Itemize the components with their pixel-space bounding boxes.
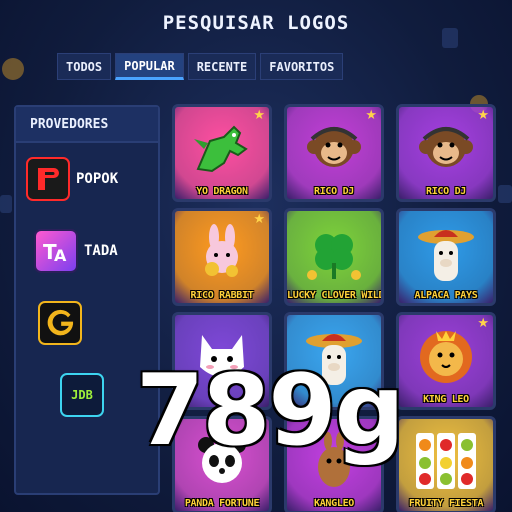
provider-name: TADA — [84, 243, 118, 259]
favorite-star-icon[interactable]: ★ — [477, 109, 489, 122]
tab-recente[interactable]: RECENTE — [187, 53, 257, 80]
jdb-logo-icon: JDB — [60, 373, 104, 417]
game-card[interactable]: ALPACA PAYS — [396, 208, 496, 306]
provider-name: POPOK — [76, 171, 119, 187]
provider-tada[interactable]: TA TADA — [34, 229, 118, 273]
favorite-star-icon[interactable]: ★ — [253, 213, 265, 226]
tab-todos[interactable]: TODOS — [57, 53, 112, 80]
game-title: KANGLEO — [313, 498, 355, 509]
rabbit-icon — [190, 223, 254, 283]
game-title: LUCKY CLOVER WILD — [287, 290, 384, 301]
fruit-icon — [414, 431, 478, 491]
dragon-icon — [190, 119, 254, 179]
game-card[interactable]: ★ KING LEO — [396, 312, 496, 410]
game-title: PANDA FORTUNE — [184, 498, 260, 509]
game-card[interactable]: ★ RICO DJ — [284, 104, 384, 202]
coin-decoration — [2, 58, 24, 80]
lion-icon — [414, 327, 478, 387]
tile-decoration — [0, 195, 12, 213]
g-logo-icon — [38, 301, 82, 345]
tab-favoritos[interactable]: FAVORITOS — [260, 53, 344, 80]
monkey-icon — [302, 119, 366, 179]
popok-logo-icon — [26, 157, 70, 201]
game-title: RICO DJ — [425, 186, 467, 197]
game-title: FRUITY FIESTA — [408, 498, 484, 509]
tada-logo-icon: TA — [34, 229, 78, 273]
tile-decoration — [498, 185, 512, 203]
monkey-icon — [414, 119, 478, 179]
favorite-star-icon[interactable]: ★ — [253, 109, 265, 122]
game-title: RICO RABBIT — [190, 290, 254, 301]
game-title: RICO DJ — [313, 186, 355, 197]
alpaca-icon — [414, 223, 478, 283]
game-card[interactable]: ★ RICO DJ — [396, 104, 496, 202]
game-title: ALPACA PAYS — [414, 290, 478, 301]
clover-icon — [302, 223, 366, 283]
provider-jdb[interactable]: JDB — [60, 373, 104, 417]
game-card[interactable]: FRUITY FIESTA — [396, 416, 496, 512]
page-title: PESQUISAR LOGOS — [162, 12, 350, 34]
tab-popular[interactable]: POPULAR — [115, 53, 184, 80]
game-card[interactable]: LUCKY CLOVER WILD — [284, 208, 384, 306]
favorite-star-icon[interactable]: ★ — [477, 317, 489, 330]
provider-g[interactable] — [38, 301, 88, 345]
sidebar-title: PROVEDORES — [16, 107, 158, 143]
game-card[interactable]: ★ RICO RABBIT — [172, 208, 272, 306]
game-card[interactable]: ★ YO DRAGON — [172, 104, 272, 202]
provider-popok[interactable]: POPOK — [26, 157, 118, 201]
game-title: YO DRAGON — [196, 186, 248, 197]
favorite-star-icon[interactable]: ★ — [365, 109, 377, 122]
game-title: KING LEO — [423, 394, 469, 405]
svg-text:A: A — [54, 246, 67, 265]
watermark-text: 789g — [136, 354, 405, 468]
filter-tabs: TODOS POPULAR RECENTE FAVORITOS — [57, 53, 344, 80]
